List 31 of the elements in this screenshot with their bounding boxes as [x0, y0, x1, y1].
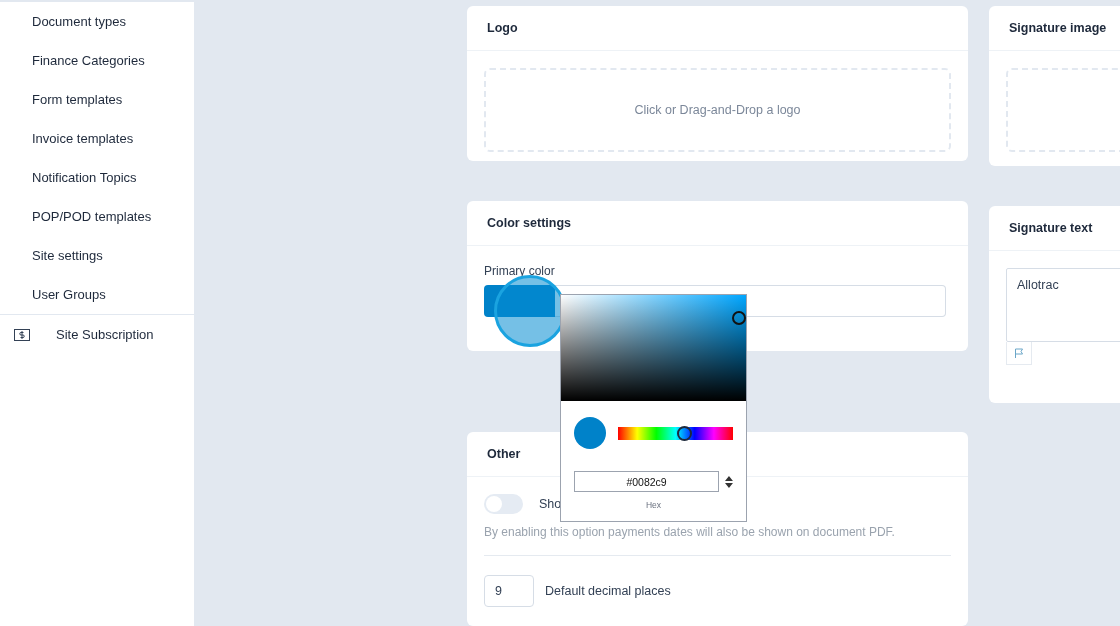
- dollar-card-icon: [14, 328, 30, 341]
- flag-button[interactable]: [1006, 342, 1032, 365]
- toggle-switch[interactable]: [484, 494, 523, 515]
- saturation-area[interactable]: [561, 295, 746, 401]
- sidebar-item[interactable]: Notification Topics: [0, 158, 194, 197]
- sidebar-item[interactable]: Finance Categories: [0, 41, 194, 80]
- sidebar-item[interactable]: Site settings: [0, 236, 194, 275]
- card-title: Signature image: [989, 6, 1120, 51]
- logo-dropzone[interactable]: Click or Drag-and-Drop a logo: [484, 68, 951, 152]
- flag-icon: [1014, 348, 1024, 358]
- card-title: Color settings: [467, 201, 968, 247]
- sidebar-item[interactable]: Site Subscription: [0, 315, 194, 354]
- sidebar-item[interactable]: Invoice templates: [0, 119, 194, 158]
- sidebar-item[interactable]: Document types: [0, 2, 194, 41]
- color-preview: [574, 417, 606, 449]
- field-label: Primary color: [484, 264, 556, 279]
- sidebar-item[interactable]: POP/POD templates: [0, 197, 194, 236]
- toggle-label: Sho: [539, 497, 562, 512]
- signature-text-field[interactable]: Allotrac: [1006, 268, 1120, 342]
- field-label: Default decimal places: [545, 584, 671, 599]
- hex-input-field[interactable]: #0082c9: [574, 471, 720, 492]
- decimal-input-field[interactable]: 9: [484, 575, 534, 608]
- hint-text: By enabling this option payments dates will also be shown on document PDF.: [484, 525, 951, 557]
- sidebar-item[interactable]: User Groups: [0, 275, 194, 314]
- up-down-arrows-icon: [725, 475, 733, 488]
- card-title: Signature text: [989, 206, 1120, 251]
- card-title: Logo: [467, 6, 968, 51]
- hue-slider[interactable]: [618, 426, 733, 440]
- color-swatch[interactable]: [484, 285, 555, 318]
- format-label: Hex: [644, 500, 663, 510]
- sidebar-item[interactable]: Form templates: [0, 80, 194, 119]
